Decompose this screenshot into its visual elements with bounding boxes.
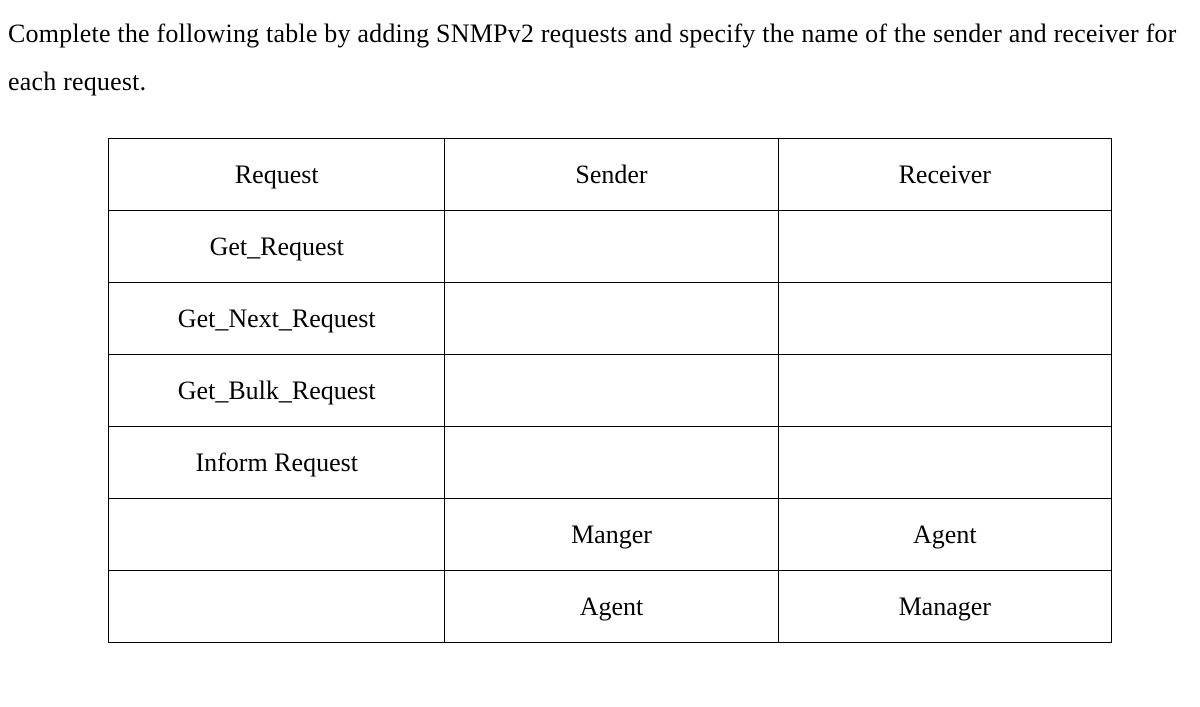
cell-request: Get_Bulk_Request (109, 355, 445, 427)
cell-request: Get_Request (109, 211, 445, 283)
header-receiver: Receiver (778, 139, 1111, 211)
cell-sender: Manger (445, 499, 778, 571)
cell-receiver (778, 355, 1111, 427)
instruction-text: Complete the following table by adding S… (8, 10, 1192, 106)
cell-sender (445, 211, 778, 283)
table-container: Request Sender Receiver Get_Request Get_… (8, 138, 1192, 643)
table-row: Get_Request (109, 211, 1112, 283)
header-sender: Sender (445, 139, 778, 211)
cell-receiver (778, 283, 1111, 355)
cell-receiver: Manager (778, 571, 1111, 643)
table-header-row: Request Sender Receiver (109, 139, 1112, 211)
cell-receiver (778, 427, 1111, 499)
cell-sender (445, 355, 778, 427)
cell-sender: Agent (445, 571, 778, 643)
table-row: Manger Agent (109, 499, 1112, 571)
cell-request (109, 571, 445, 643)
table-row: Inform Request (109, 427, 1112, 499)
cell-request (109, 499, 445, 571)
header-request: Request (109, 139, 445, 211)
cell-sender (445, 283, 778, 355)
table-row: Agent Manager (109, 571, 1112, 643)
cell-sender (445, 427, 778, 499)
snmp-table: Request Sender Receiver Get_Request Get_… (108, 138, 1112, 643)
table-row: Get_Bulk_Request (109, 355, 1112, 427)
cell-request: Get_Next_Request (109, 283, 445, 355)
cell-receiver (778, 211, 1111, 283)
cell-request: Inform Request (109, 427, 445, 499)
table-row: Get_Next_Request (109, 283, 1112, 355)
cell-receiver: Agent (778, 499, 1111, 571)
